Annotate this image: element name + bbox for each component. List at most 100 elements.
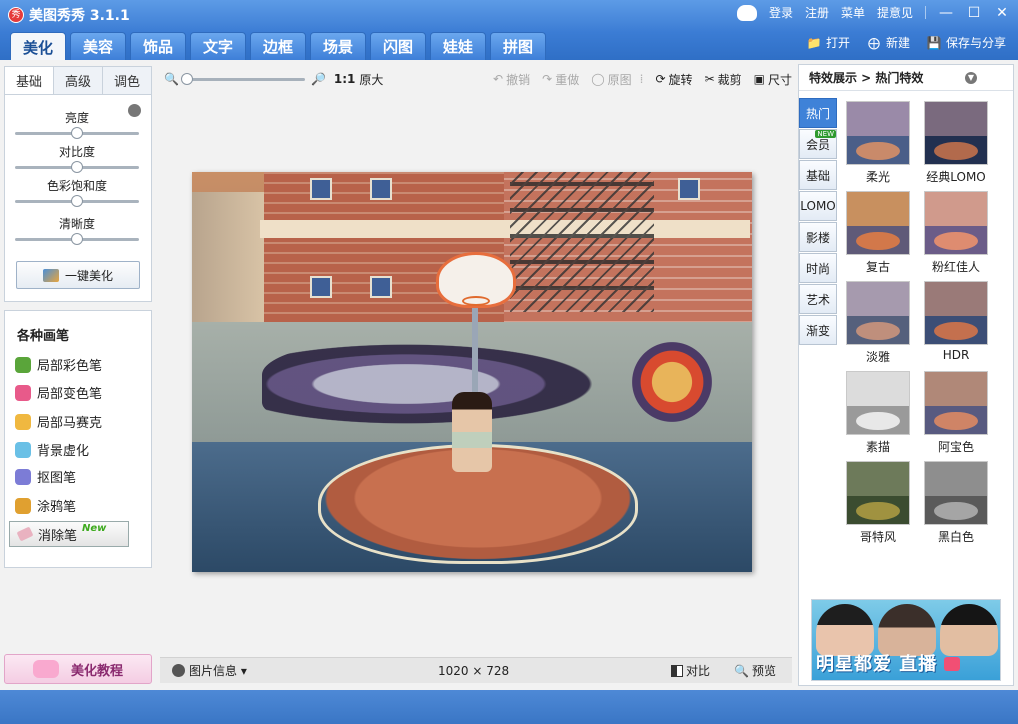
contrast-slider-knob[interactable] — [71, 161, 83, 173]
one-key-beautify-button[interactable]: 一键美化 — [16, 261, 140, 289]
resize-button[interactable]: ▣ 尺寸 — [754, 71, 792, 88]
register-link[interactable]: 注册 — [805, 4, 829, 21]
brush-item-color[interactable]: 局部彩色笔 — [15, 355, 102, 374]
tab-beauty[interactable]: 美容 — [70, 32, 126, 60]
blur-brush-icon — [15, 441, 31, 458]
brush-item-recolor[interactable]: 局部变色笔 — [15, 383, 102, 402]
tab-text[interactable]: 文字 — [190, 32, 246, 60]
redo-button[interactable]: ↷ 重做 — [542, 71, 579, 88]
hand-icon — [32, 660, 59, 678]
image-window — [370, 276, 392, 298]
tutorial-button[interactable]: 美化教程 — [4, 654, 152, 684]
new-badge: NEW — [815, 130, 836, 138]
new-button[interactable]: ⨁ 新建 — [866, 34, 910, 51]
feedback-link[interactable]: 提意见 — [877, 4, 913, 21]
tab-collage[interactable]: 拼图 — [490, 32, 546, 60]
zoom-slider-knob[interactable] — [180, 72, 193, 85]
sharpness-slider[interactable] — [15, 233, 139, 245]
image-canvas[interactable] — [192, 172, 752, 572]
main-tabs: 美化 美容 饰品 文字 边框 场景 闪图 娃娃 拼图 — [10, 32, 546, 61]
eraser-icon — [16, 526, 34, 542]
category-art[interactable]: 艺术 — [799, 284, 837, 314]
sharpness-slider-knob[interactable] — [71, 233, 83, 245]
effect-soft-light[interactable]: 柔光 — [845, 101, 911, 185]
effect-thumbnail — [846, 191, 910, 255]
magic-wand-icon — [42, 268, 59, 282]
brightness-slider[interactable] — [15, 127, 139, 139]
scissors-icon: ✂ — [704, 72, 715, 86]
effect-gothic[interactable]: 哥特风 — [845, 461, 911, 545]
toolbar-separator: ⁞ — [639, 72, 644, 86]
crop-button[interactable]: ✂ 裁剪 — [705, 71, 742, 88]
sharpness-slider-block: 清晰度 — [15, 215, 139, 245]
minimize-icon[interactable]: — — [938, 5, 954, 21]
close-icon[interactable]: ✕ — [994, 5, 1010, 21]
category-basic[interactable]: 基础 — [799, 160, 837, 190]
saturation-slider-knob[interactable] — [71, 195, 83, 207]
category-gradient[interactable]: 渐变 — [799, 315, 837, 345]
image-hoop-rim — [462, 296, 490, 306]
maximize-icon[interactable]: ☐ — [966, 5, 982, 21]
effect-retro[interactable]: 复古 — [845, 191, 911, 275]
tab-doll[interactable]: 娃娃 — [430, 32, 486, 60]
effect-elegant[interactable]: 淡雅 — [845, 281, 911, 365]
original-image-button[interactable]: ◯ 原图 — [591, 71, 631, 88]
original-size-button[interactable]: 1:1 原大 — [334, 71, 384, 88]
category-vip[interactable]: 会员 NEW — [799, 129, 837, 159]
brush-item-doodle[interactable]: 涂鸦笔 — [15, 496, 76, 515]
compare-button[interactable]: 对比 — [671, 662, 710, 679]
brush-item-cutout[interactable]: 抠图笔 — [15, 467, 76, 486]
effect-sketch[interactable]: 素描 — [845, 371, 911, 455]
zoom-slider[interactable] — [180, 72, 305, 85]
effect-thumbnail — [924, 101, 988, 165]
effect-categories: 热门 会员 NEW 基础 LOMO 影楼 时尚 艺术 渐变 — [799, 98, 837, 346]
compare-icon — [671, 664, 684, 677]
brush-item-blur[interactable]: 背景虚化 — [15, 440, 89, 459]
category-fashion[interactable]: 时尚 — [799, 253, 837, 283]
live-stream-ad-banner[interactable]: 明星都爱 直播 — [811, 599, 1001, 681]
brightness-slider-knob[interactable] — [71, 127, 83, 139]
effect-classic-lomo[interactable]: 经典LOMO — [923, 101, 989, 185]
open-button[interactable]: 📁 打开 — [806, 34, 850, 51]
contrast-slider[interactable] — [15, 161, 139, 173]
effect-black-white[interactable]: 黑白色 — [923, 461, 989, 545]
sub-tab-basic[interactable]: 基础 — [5, 67, 54, 94]
rotate-button[interactable]: ⟳ 旋转 — [655, 71, 692, 88]
title-bar-right: 登录 注册 菜单 提意见 — ☐ ✕ — [736, 4, 1010, 21]
menu-link[interactable]: 菜单 — [841, 4, 865, 21]
effect-pink-lady[interactable]: 粉红佳人 — [923, 191, 989, 275]
separator — [925, 6, 926, 19]
effect-abao-color[interactable]: 阿宝色 — [923, 371, 989, 455]
chevron-down-icon[interactable]: ▼ — [965, 71, 977, 84]
zoom-in-icon[interactable]: 🔎 — [311, 72, 326, 86]
zoom-out-icon[interactable]: 🔍 — [164, 72, 179, 86]
saturation-slider[interactable] — [15, 195, 139, 207]
title-bar: 秀 美图秀秀 3.1.1 登录 注册 菜单 提意见 — ☐ ✕ 美化 美容 饰品… — [0, 0, 1018, 61]
undo-button[interactable]: ↶ 撤销 — [493, 71, 530, 88]
main-area: 基础 高级 调色 亮度 对比度 色彩饱和度 清晰度 一键美化 各种画笔 局部彩色… — [0, 60, 1018, 690]
image-dimensions: 1020 × 728 — [438, 663, 510, 678]
login-link[interactable]: 登录 — [769, 4, 793, 21]
tab-frame[interactable]: 边框 — [250, 32, 306, 60]
user-avatar-icon[interactable] — [736, 4, 757, 21]
sub-tab-advanced[interactable]: 高级 — [54, 67, 103, 94]
category-studio[interactable]: 影楼 — [799, 222, 837, 252]
live-play-icon — [944, 657, 960, 671]
ad-text: 明星都爱 直播 — [816, 654, 938, 675]
save-share-button[interactable]: 💾 保存与分享 — [926, 34, 1007, 51]
brush-item-mosaic[interactable]: 局部马赛克 — [15, 412, 102, 431]
tab-beautify[interactable]: 美化 — [10, 32, 66, 61]
eraser-brush-button[interactable]: 消除笔 New — [9, 521, 129, 547]
sub-tab-color[interactable]: 调色 — [103, 67, 151, 94]
category-hot[interactable]: 热门 — [799, 98, 837, 128]
category-lomo[interactable]: LOMO — [799, 191, 837, 221]
brush-panel: 各种画笔 局部彩色笔 局部变色笔 局部马赛克 背景虚化 抠图笔 涂鸦笔 消除笔 — [4, 310, 152, 568]
file-actions: 📁 打开 ⨁ 新建 💾 保存与分享 — [806, 34, 1006, 51]
tab-scene[interactable]: 场景 — [310, 32, 366, 60]
tab-flash[interactable]: 闪图 — [370, 32, 426, 60]
preview-button[interactable]: 🔍 预览 — [734, 662, 776, 679]
tab-accessories[interactable]: 饰品 — [130, 32, 186, 60]
effect-hdr[interactable]: HDR — [923, 281, 989, 362]
image-info-button[interactable]: 图片信息 ▾ — [189, 662, 247, 679]
effect-thumbnail — [924, 281, 988, 345]
